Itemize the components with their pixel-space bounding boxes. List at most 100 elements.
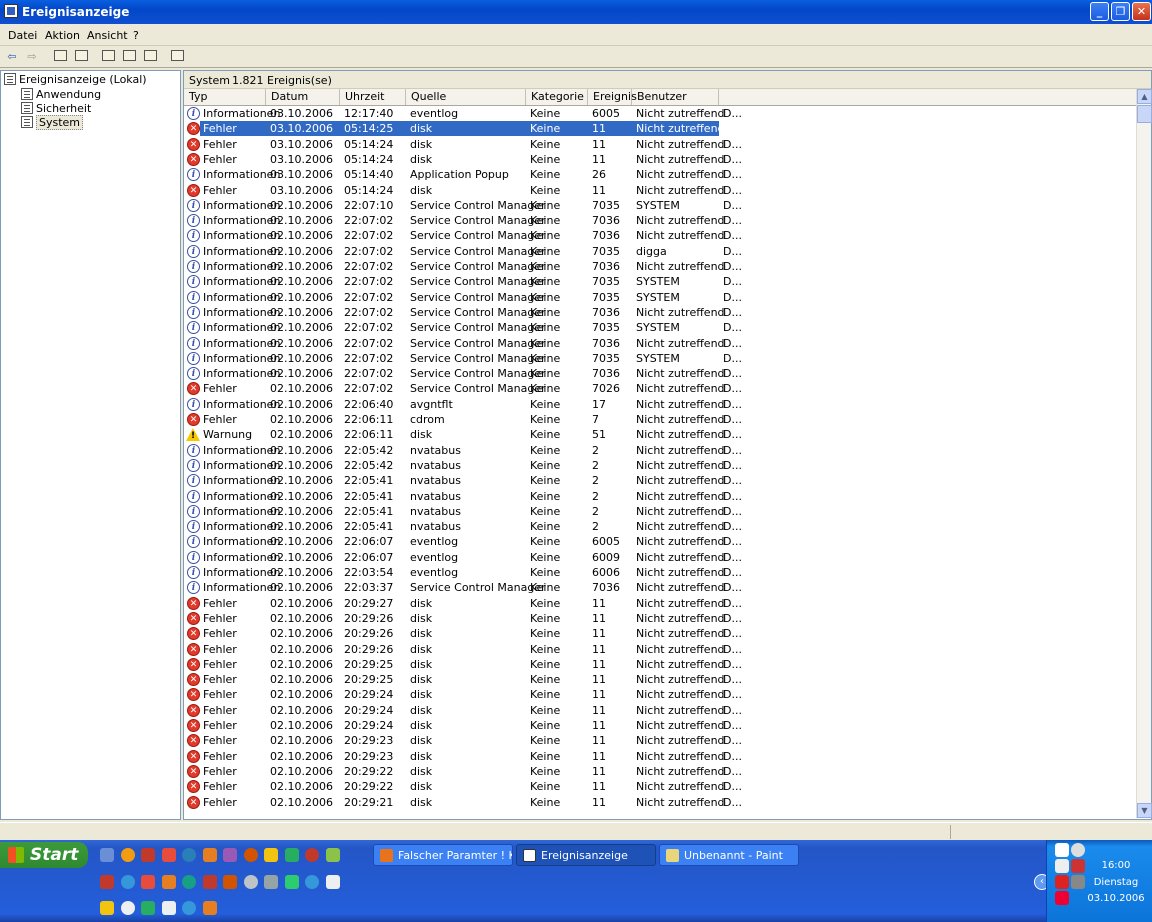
show-tree-icon[interactable] (73, 49, 89, 64)
col-computer[interactable] (719, 89, 1136, 105)
table-row[interactable]: i Informationen 02.10.2006 22:07:02 Service … (184, 274, 1136, 289)
icq-icon[interactable] (182, 875, 196, 889)
skype-icon[interactable] (284, 875, 299, 889)
table-row[interactable]: i Informationen 02.10.2006 22:07:02 Service … (184, 336, 1136, 351)
scroll-thumb[interactable] (1137, 105, 1152, 123)
col-benutzer[interactable]: Benutzer (632, 89, 719, 105)
network-icon[interactable] (161, 901, 176, 915)
table-row[interactable]: i Informationen 02.10.2006 22:07:02 Service … (184, 213, 1136, 228)
table-row[interactable]: ✕ Fehler 02.10.2006 20:29:24 disk Keine 11 Nich… (184, 703, 1136, 718)
refresh-icon[interactable] (120, 901, 135, 915)
close-button[interactable]: ✕ (1132, 2, 1151, 21)
table-row[interactable]: i Informationen 02.10.2006 22:03:54 eventlog… (184, 565, 1136, 580)
tree-item-sicherheit[interactable]: Sicherheit (21, 102, 91, 116)
table-row[interactable]: ✕ Fehler 02.10.2006 20:29:26 disk Keine 11 Nich… (184, 611, 1136, 626)
tree-item-anwendung[interactable]: Anwendung (21, 88, 101, 102)
winamp-icon[interactable] (182, 848, 196, 862)
messenger-icon[interactable] (223, 848, 237, 862)
table-row[interactable]: ✕ Fehler 02.10.2006 20:29:21 disk Keine 11 Nich… (184, 795, 1136, 810)
menu-help[interactable]: ? (133, 29, 139, 42)
table-row[interactable]: i Informationen 03.10.2006 05:14:40 Applicat… (184, 167, 1136, 182)
table-row[interactable]: i Informationen 02.10.2006 22:07:02 Service … (184, 244, 1136, 259)
col-quelle[interactable]: Quelle (406, 89, 526, 105)
table-row[interactable]: ✕ Fehler 02.10.2006 20:29:25 disk Keine 11 Nich… (184, 672, 1136, 687)
table-row[interactable]: i Informationen 02.10.2006 22:07:02 Service … (184, 351, 1136, 366)
table-row[interactable]: ✕ Fehler 02.10.2006 20:29:23 disk Keine 11 Nich… (184, 749, 1136, 764)
start-button[interactable]: Start (0, 842, 88, 868)
table-row[interactable]: i Informationen 02.10.2006 22:05:41 nvatabus… (184, 489, 1136, 504)
table-row[interactable]: i Informationen 02.10.2006 22:06:07 eventlog… (184, 550, 1136, 565)
display-icon[interactable] (1055, 859, 1069, 873)
maximize-button[interactable]: ❐ (1111, 2, 1130, 21)
music-icon[interactable] (202, 875, 217, 889)
tree-root[interactable]: Ereignisanzeige (Lokal) (4, 73, 147, 87)
search-icon[interactable] (100, 848, 114, 862)
col-typ[interactable]: Typ (184, 89, 266, 105)
table-row[interactable]: i Informationen 02.10.2006 22:07:10 Service … (184, 198, 1136, 213)
properties-icon[interactable] (100, 49, 116, 64)
table-row[interactable]: i Informationen 02.10.2006 22:07:02 Service … (184, 228, 1136, 243)
edit-icon[interactable] (243, 875, 258, 889)
refresh-icon[interactable] (121, 49, 137, 64)
table-row[interactable]: ✕ Fehler 02.10.2006 20:29:22 disk Keine 11 Nich… (184, 764, 1136, 779)
folder-icon[interactable] (243, 848, 258, 862)
shield-icon[interactable] (223, 875, 237, 889)
table-row[interactable]: ✕ Fehler 02.10.2006 20:29:26 disk Keine 11 Nich… (184, 626, 1136, 641)
scroll-up-icon[interactable]: ▲ (1137, 89, 1152, 104)
app-icon[interactable] (325, 848, 340, 862)
antivir-icon[interactable] (1055, 891, 1069, 905)
table-row[interactable]: i Informationen 03.10.2006 12:17:40 eventlog… (184, 106, 1136, 121)
table-row[interactable]: ✕ Fehler 03.10.2006 05:14:24 disk Keine 11 Nich… (184, 183, 1136, 198)
antivir-icon[interactable] (161, 848, 176, 862)
table-row[interactable]: ✕ Fehler 02.10.2006 20:29:26 disk Keine 11 Nich… (184, 642, 1136, 657)
opera-icon[interactable] (141, 848, 155, 862)
device-icon[interactable] (305, 875, 319, 889)
col-ereignis[interactable]: Ereignis (588, 89, 637, 105)
chat-icon[interactable] (264, 875, 278, 889)
task-firefox[interactable]: Falscher Paramter ! K... (373, 844, 513, 866)
shield-icon[interactable] (1055, 875, 1069, 889)
table-row[interactable]: ✕ Fehler 02.10.2006 20:29:24 disk Keine 11 Nich… (184, 687, 1136, 702)
table-row[interactable]: i Informationen 02.10.2006 22:05:41 nvatabus… (184, 504, 1136, 519)
table-row[interactable]: ✕ Fehler 02.10.2006 20:29:23 disk Keine 11 Nich… (184, 733, 1136, 748)
table-row[interactable]: i Informationen 02.10.2006 22:07:02 Service … (184, 305, 1136, 320)
menu-aktion[interactable]: Aktion (45, 29, 80, 42)
menu-ansicht[interactable]: Ansicht (87, 29, 128, 42)
tool-icon[interactable] (284, 848, 299, 862)
table-row[interactable]: i Informationen 02.10.2006 22:05:41 nvatabus… (184, 519, 1136, 534)
globe-icon[interactable] (120, 875, 135, 889)
table-row[interactable]: i Informationen 02.10.2006 22:07:02 Service … (184, 320, 1136, 335)
computer-icon[interactable] (182, 901, 196, 915)
vertical-scrollbar[interactable]: ▲ ▼ (1136, 89, 1152, 818)
ball-icon[interactable] (141, 875, 155, 889)
scroll-down-icon[interactable]: ▼ (1137, 803, 1152, 818)
col-uhrzeit[interactable]: Uhrzeit (340, 89, 406, 105)
title-bar[interactable]: Ereignisanzeige _ ❐ ✕ (0, 0, 1152, 24)
firefox-icon[interactable] (202, 848, 217, 862)
vlc-icon[interactable] (120, 848, 135, 862)
puzzle-icon[interactable] (100, 875, 114, 889)
media-icon[interactable] (305, 848, 319, 862)
up-folder-icon[interactable] (52, 49, 68, 64)
table-row[interactable]: i Informationen 02.10.2006 22:05:41 nvatabus… (184, 473, 1136, 488)
gear-icon[interactable] (141, 901, 155, 915)
table-row[interactable]: i Informationen 02.10.2006 22:07:02 Service … (184, 259, 1136, 274)
mail-icon[interactable] (1071, 843, 1085, 857)
table-row[interactable]: ✕ Fehler 03.10.2006 05:14:24 disk Keine 11 Nich… (184, 137, 1136, 152)
col-kategorie[interactable]: Kategorie (526, 89, 588, 105)
table-row[interactable]: i Informationen 02.10.2006 22:06:07 eventlog… (184, 534, 1136, 549)
table-row[interactable]: ✕ Fehler 03.10.2006 05:14:24 disk Keine 11 Nich… (184, 152, 1136, 167)
table-row[interactable]: ✕ Fehler 02.10.2006 22:07:02 Service Control… (184, 381, 1136, 396)
task-ereignisanzeige[interactable]: Ereignisanzeige (516, 844, 656, 866)
table-row[interactable]: ✕ Fehler 02.10.2006 20:29:27 disk Keine 11 Nich… (184, 596, 1136, 611)
table-row[interactable]: Warnung 02.10.2006 22:06:11 disk Keine 51 Nich… (184, 427, 1136, 443)
table-row[interactable]: ✕ Fehler 02.10.2006 20:29:22 disk Keine 11 Nich… (184, 779, 1136, 794)
table-row[interactable]: ✕ Fehler 02.10.2006 22:06:11 cdrom Keine 7 Nich… (184, 412, 1136, 427)
back-icon[interactable]: ⇦ (4, 49, 20, 64)
tree-item-system[interactable]: System (21, 115, 84, 130)
disc-icon[interactable] (161, 875, 176, 889)
table-row[interactable]: i Informationen 02.10.2006 22:05:42 nvatabus… (184, 458, 1136, 473)
export-icon[interactable] (142, 49, 158, 64)
table-row[interactable]: i Informationen 02.10.2006 22:03:37 Service … (184, 580, 1136, 595)
table-row[interactable]: ✕ Fehler 02.10.2006 20:29:24 disk Keine 11 Nich… (184, 718, 1136, 733)
